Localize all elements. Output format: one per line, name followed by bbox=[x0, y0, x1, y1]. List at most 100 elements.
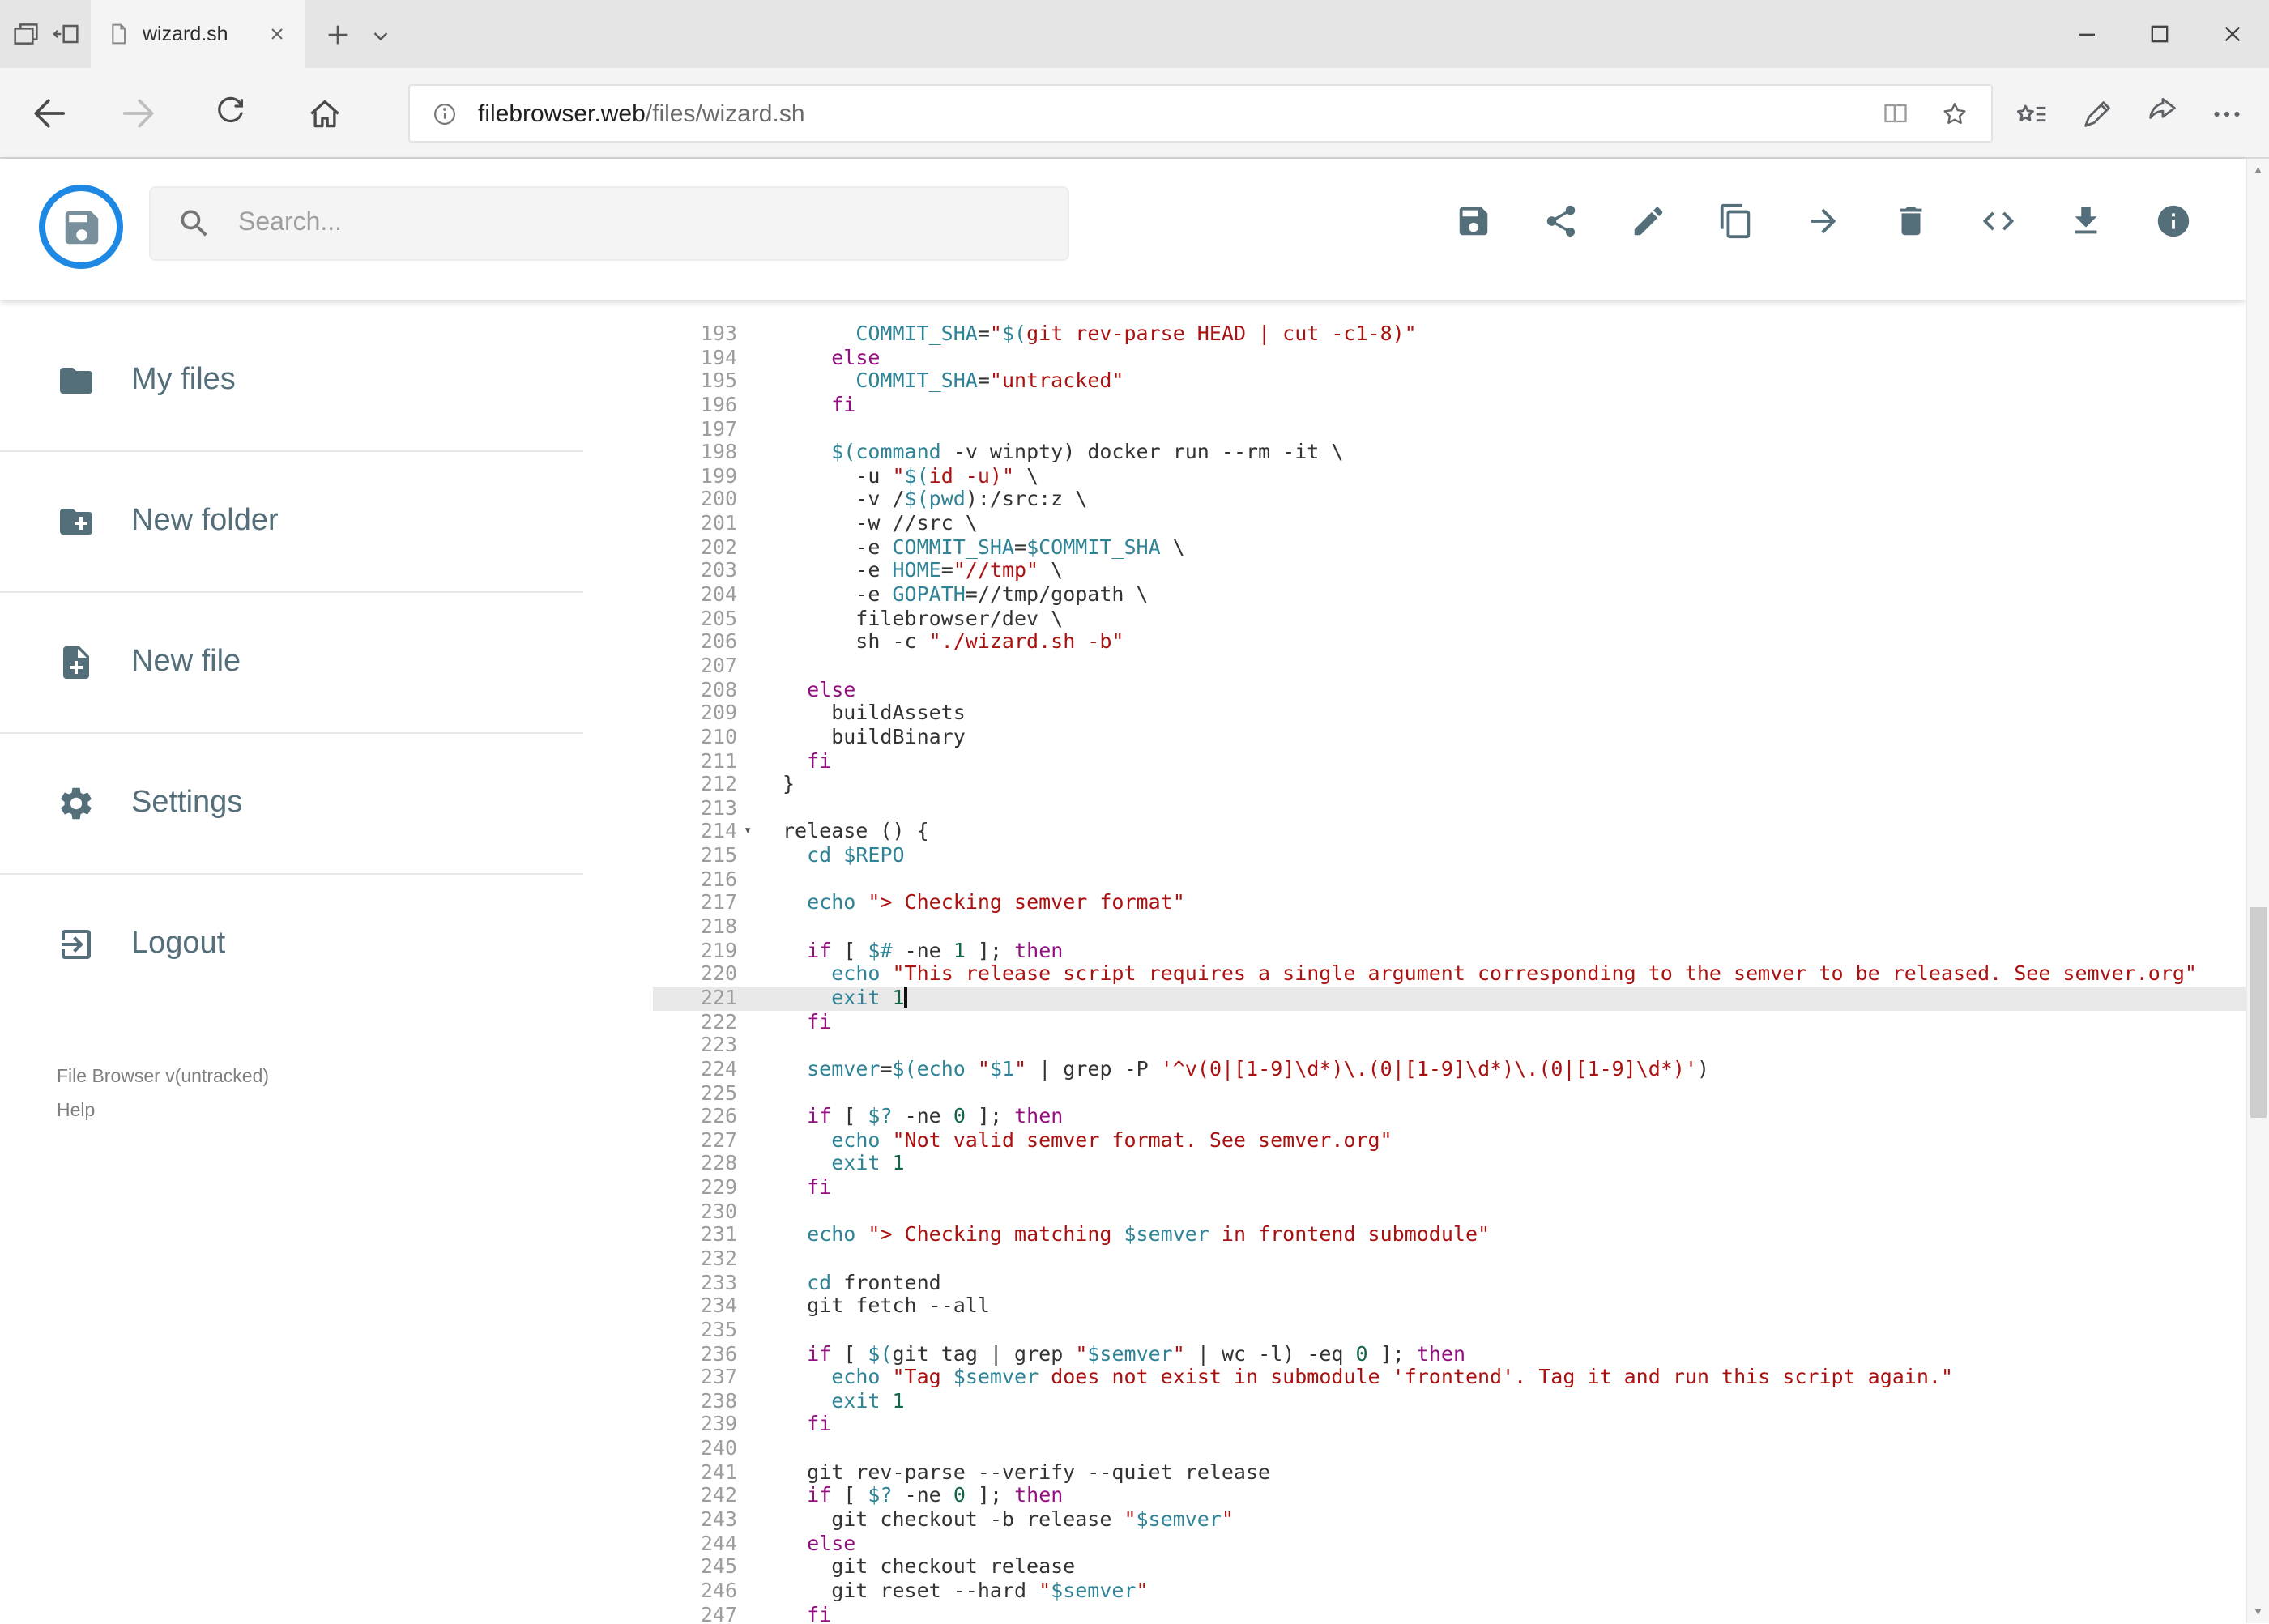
site-info-icon[interactable] bbox=[429, 98, 460, 129]
sidebar-item-logout[interactable]: Logout bbox=[0, 875, 583, 1014]
search-input[interactable] bbox=[235, 207, 1042, 240]
code-line-216[interactable]: 216 bbox=[653, 867, 2246, 891]
code-line-200[interactable]: 200 -v /$(pwd):/src:z \ bbox=[653, 487, 2246, 512]
maximize-button[interactable] bbox=[2123, 0, 2196, 68]
code-line-231[interactable]: 231 echo "> Checking matching $semver in… bbox=[653, 1222, 2246, 1247]
code-line-247[interactable]: 247 fi bbox=[653, 1602, 2246, 1622]
code-line-228[interactable]: 228 exit 1 bbox=[653, 1151, 2246, 1176]
code-line-227[interactable]: 227 echo "Not valid semver format. See s… bbox=[653, 1127, 2246, 1153]
code-line-205[interactable]: 205 filebrowser/dev \ bbox=[653, 606, 2246, 630]
code-line-219[interactable]: 219 if [ $# -ne 1 ]; then bbox=[653, 938, 2246, 962]
tab-close-icon[interactable] bbox=[264, 21, 290, 47]
download-button[interactable] bbox=[2067, 202, 2105, 240]
code-line-201[interactable]: 201 -w //src \ bbox=[653, 511, 2246, 535]
code-line-217[interactable]: 217 echo "> Checking semver format" bbox=[653, 890, 2246, 915]
code-line-199[interactable]: 199 -u "$(id -u)" \ bbox=[653, 463, 2246, 488]
code-line-242[interactable]: 242 if [ $? -ne 0 ]; then bbox=[653, 1483, 2246, 1508]
tab-list-chevron-icon[interactable] bbox=[366, 21, 402, 57]
fold-toggle-icon[interactable]: ▾ bbox=[744, 821, 752, 843]
code-line-226[interactable]: 226 if [ $? -ne 0 ]; then bbox=[653, 1104, 2246, 1128]
code-line-213[interactable]: 213 bbox=[653, 795, 2246, 821]
code-line-208[interactable]: 208 else bbox=[653, 677, 2246, 701]
code-line-245[interactable]: 245 git checkout release bbox=[653, 1554, 2246, 1579]
back-icon[interactable] bbox=[26, 89, 75, 138]
code-line-196[interactable]: 196 fi bbox=[653, 392, 2246, 417]
refresh-icon[interactable] bbox=[206, 89, 254, 138]
delete-button[interactable] bbox=[1892, 202, 1930, 240]
code-line-198[interactable]: 198 $(command -v winpty) docker run --rm… bbox=[653, 440, 2246, 464]
new-tab-button[interactable] bbox=[321, 18, 356, 53]
code-line-225[interactable]: 225 bbox=[653, 1081, 2246, 1105]
code-line-246[interactable]: 246 git reset --hard "$semver" bbox=[653, 1578, 2246, 1603]
hub-favorites-icon[interactable] bbox=[2007, 89, 2056, 138]
save-button[interactable] bbox=[1455, 202, 1492, 240]
address-bar[interactable]: filebrowser.web/files/wizard.sh bbox=[408, 84, 1993, 143]
code-line-235[interactable]: 235 bbox=[653, 1318, 2246, 1342]
help-link[interactable]: Help bbox=[57, 1095, 269, 1129]
sidebar-item-my-files[interactable]: My files bbox=[0, 311, 583, 452]
page-scrollbar[interactable]: ▲ ▼ bbox=[2246, 159, 2269, 1622]
code-line-234[interactable]: 234 git fetch --all bbox=[653, 1294, 2246, 1319]
sidebar-item-new-folder[interactable]: New folder bbox=[0, 452, 583, 593]
code-line-236[interactable]: 236 if [ $(git tag | grep "$semver" | wc… bbox=[653, 1341, 2246, 1366]
code-line-224[interactable]: 224 semver=$(echo "$1" | grep -P '^v(0|[… bbox=[653, 1056, 2246, 1081]
code-line-220[interactable]: 220 echo "This release script requires a… bbox=[653, 961, 2246, 987]
code-line-240[interactable]: 240 bbox=[653, 1436, 2246, 1460]
sidebar-item-settings[interactable]: Settings bbox=[0, 734, 583, 875]
code-line-218[interactable]: 218 bbox=[653, 914, 2246, 939]
scrollbar-up-arrow[interactable]: ▲ bbox=[2247, 159, 2269, 181]
web-note-icon[interactable] bbox=[2072, 89, 2121, 138]
code-line-223[interactable]: 223 bbox=[653, 1033, 2246, 1057]
favorite-star-icon[interactable] bbox=[1938, 96, 1972, 130]
code-line-206[interactable]: 206 sh -c "./wizard.sh -b" bbox=[653, 629, 2246, 654]
scrollbar-thumb[interactable] bbox=[2250, 907, 2266, 1118]
reading-view-icon[interactable] bbox=[1879, 97, 1912, 130]
more-settings-icon[interactable] bbox=[2202, 89, 2250, 138]
home-icon[interactable] bbox=[300, 89, 348, 138]
code-line-214[interactable]: 214 ▾ release () { bbox=[653, 820, 2246, 844]
code-line-207[interactable]: 207 bbox=[653, 654, 2246, 678]
code-line-212[interactable]: 212} bbox=[653, 772, 2246, 796]
code-line-210[interactable]: 210 buildBinary bbox=[653, 724, 2246, 749]
code-line-229[interactable]: 229 fi bbox=[653, 1174, 2246, 1200]
tab-preview-icon[interactable] bbox=[10, 18, 45, 53]
move-button[interactable] bbox=[1805, 202, 1842, 240]
scrollbar-down-arrow[interactable]: ▼ bbox=[2247, 1600, 2269, 1622]
code-line-239[interactable]: 239 fi bbox=[653, 1412, 2246, 1437]
forward-icon[interactable] bbox=[113, 89, 162, 138]
code-line-233[interactable]: 233 cd frontend bbox=[653, 1270, 2246, 1294]
code-line-204[interactable]: 204 -e GOPATH=//tmp/gopath \ bbox=[653, 582, 2246, 607]
share-icon[interactable] bbox=[2137, 89, 2186, 138]
code-line-230[interactable]: 230 bbox=[653, 1199, 2246, 1223]
search-box[interactable] bbox=[149, 186, 1069, 261]
copy-button[interactable] bbox=[1717, 202, 1755, 240]
code-line-232[interactable]: 232 bbox=[653, 1247, 2246, 1271]
close-button[interactable] bbox=[2196, 0, 2269, 68]
code-line-197[interactable]: 197 bbox=[653, 416, 2246, 441]
set-tabs-aside-icon[interactable] bbox=[50, 18, 86, 53]
browser-tab[interactable]: wizard.sh bbox=[91, 0, 305, 68]
minimize-button[interactable] bbox=[2050, 0, 2123, 68]
code-line-237[interactable]: 237 echo "Tag $semver does not exist in … bbox=[653, 1365, 2246, 1389]
code-line-195[interactable]: 195 COMMIT_SHA="untracked" bbox=[653, 369, 2246, 394]
filebrowser-logo[interactable] bbox=[39, 185, 123, 269]
code-line-215[interactable]: 215 cd $REPO bbox=[653, 843, 2246, 867]
code-line-238[interactable]: 238 exit 1 bbox=[653, 1388, 2246, 1413]
rename-button[interactable] bbox=[1630, 202, 1667, 240]
code-line-221[interactable]: 221 exit 1 bbox=[653, 985, 2246, 1011]
code-line-194[interactable]: 194 else bbox=[653, 345, 2246, 369]
code-line-243[interactable]: 243 git checkout -b release "$semver" bbox=[653, 1507, 2246, 1532]
code-editor[interactable]: 193 COMMIT_SHA="$(git rev-parse HEAD | c… bbox=[653, 300, 2246, 1622]
code-line-209[interactable]: 209 buildAssets bbox=[653, 701, 2246, 726]
code-line-193[interactable]: 193 COMMIT_SHA="$(git rev-parse HEAD | c… bbox=[653, 321, 2246, 346]
switch-view-button[interactable] bbox=[1980, 202, 2017, 240]
code-line-211[interactable]: 211 fi bbox=[653, 748, 2246, 773]
sidebar-item-new-file[interactable]: New file bbox=[0, 593, 583, 734]
code-line-244[interactable]: 244 else bbox=[653, 1531, 2246, 1555]
info-button[interactable] bbox=[2155, 202, 2192, 240]
code-line-203[interactable]: 203 -e HOME="//tmp" \ bbox=[653, 558, 2246, 583]
code-line-202[interactable]: 202 -e COMMIT_SHA=$COMMIT_SHA \ bbox=[653, 535, 2246, 560]
share-button[interactable] bbox=[1542, 202, 1580, 240]
code-line-241[interactable]: 241 git rev-parse --verify --quiet relea… bbox=[653, 1460, 2246, 1485]
code-line-222[interactable]: 222 fi bbox=[653, 1009, 2246, 1034]
